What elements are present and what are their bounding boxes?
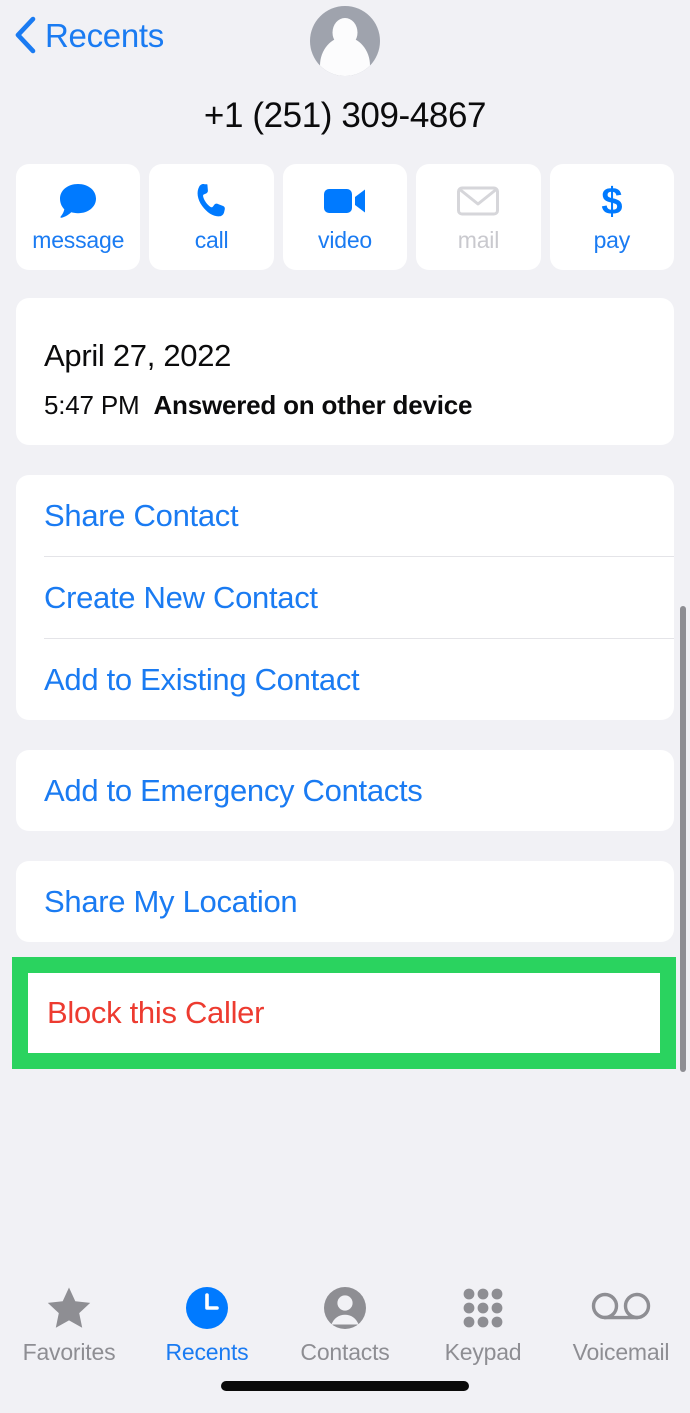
phone-handset-icon xyxy=(194,182,230,220)
envelope-icon xyxy=(457,182,500,220)
block-caller-label: Block this Caller xyxy=(47,995,265,1030)
scrollbar-thumb[interactable] xyxy=(680,606,686,1072)
menu-item-label: Add to Existing Contact xyxy=(44,661,360,697)
call-record-card: April 27, 2022 5:47 PM Answered on other… xyxy=(16,298,674,445)
action-button-video[interactable]: video xyxy=(282,164,408,270)
tab-label-recents: Recents xyxy=(165,1339,249,1365)
video-camera-icon xyxy=(323,182,367,220)
page-title: +1 (251) 309-4867 xyxy=(203,96,487,135)
scrollbar[interactable] xyxy=(680,606,686,1072)
avatar-body xyxy=(320,37,370,76)
person-circle-icon xyxy=(322,1284,368,1331)
call-time: 5:47 PM xyxy=(44,390,140,420)
action-button-message[interactable]: message xyxy=(16,164,141,270)
tab-recents[interactable]: Recents xyxy=(138,1284,276,1364)
action-label-pay: pay xyxy=(593,227,631,253)
keypad-grid-icon xyxy=(461,1284,505,1331)
action-button-call[interactable]: call xyxy=(149,164,274,270)
call-status: Answered on other device xyxy=(153,390,473,420)
menu-item-share-my-location[interactable]: Share My Location xyxy=(16,861,674,942)
star-icon xyxy=(46,1284,92,1331)
highlight-annotation-box: Block this Caller xyxy=(12,957,676,1069)
tab-voicemail[interactable]: Voicemail xyxy=(552,1284,690,1364)
phone-app-screen: Recents +1 (251) 309-4867 message call v… xyxy=(0,0,690,1413)
contact-header: +1 (251) 309-4867 xyxy=(0,6,690,136)
tab-label-keypad: Keypad xyxy=(444,1339,522,1365)
action-button-mail[interactable]: mail xyxy=(416,164,541,270)
action-label-call: call xyxy=(194,227,229,253)
menu-item-add-to-existing-contact[interactable]: Add to Existing Contact xyxy=(16,639,674,720)
tab-label-voicemail: Voicemail xyxy=(572,1339,670,1365)
tab-contacts[interactable]: Contacts xyxy=(276,1284,414,1364)
tab-label-favorites: Favorites xyxy=(22,1339,116,1365)
action-label-mail: mail xyxy=(457,227,500,253)
dollar-sign-icon: $ xyxy=(597,181,627,221)
menu-item-label: Share My Location xyxy=(44,883,298,919)
call-date: April 27, 2022 xyxy=(44,338,232,373)
menu-item-label: Add to Emergency Contacts xyxy=(44,772,423,808)
tab-keypad[interactable]: Keypad xyxy=(414,1284,552,1364)
menu-item-create-new-contact[interactable]: Create New Contact xyxy=(16,557,674,638)
emergency-contacts-group: Add to Emergency Contacts xyxy=(16,750,674,831)
action-label-message: message xyxy=(32,227,125,253)
clock-icon xyxy=(184,1284,230,1331)
quick-actions-row: message call video mail $ pay xyxy=(16,164,675,270)
call-detail-row: 5:47 PM Answered on other device xyxy=(44,390,472,421)
tab-favorites[interactable]: Favorites xyxy=(0,1284,138,1364)
home-indicator xyxy=(221,1381,469,1391)
action-button-pay[interactable]: $ pay xyxy=(549,164,675,270)
menu-item-share-contact[interactable]: Share Contact xyxy=(16,475,674,556)
svg-text:$: $ xyxy=(601,181,622,221)
avatar xyxy=(310,6,380,76)
block-caller-button[interactable]: Block this Caller xyxy=(28,973,660,1053)
voicemail-tape-icon xyxy=(591,1284,651,1331)
tab-label-contacts: Contacts xyxy=(300,1339,390,1365)
contact-actions-group: Share Contact Create New Contact Add to … xyxy=(16,475,674,720)
tab-bar: Favorites Recents Contacts Keypad Voicem… xyxy=(0,1268,690,1413)
action-label-video: video xyxy=(318,227,373,253)
menu-item-label: Share Contact xyxy=(44,497,239,533)
menu-item-add-to-emergency-contacts[interactable]: Add to Emergency Contacts xyxy=(16,750,674,831)
share-location-group: Share My Location xyxy=(16,861,674,942)
menu-item-label: Create New Contact xyxy=(44,579,318,615)
message-bubble-icon xyxy=(58,182,98,220)
